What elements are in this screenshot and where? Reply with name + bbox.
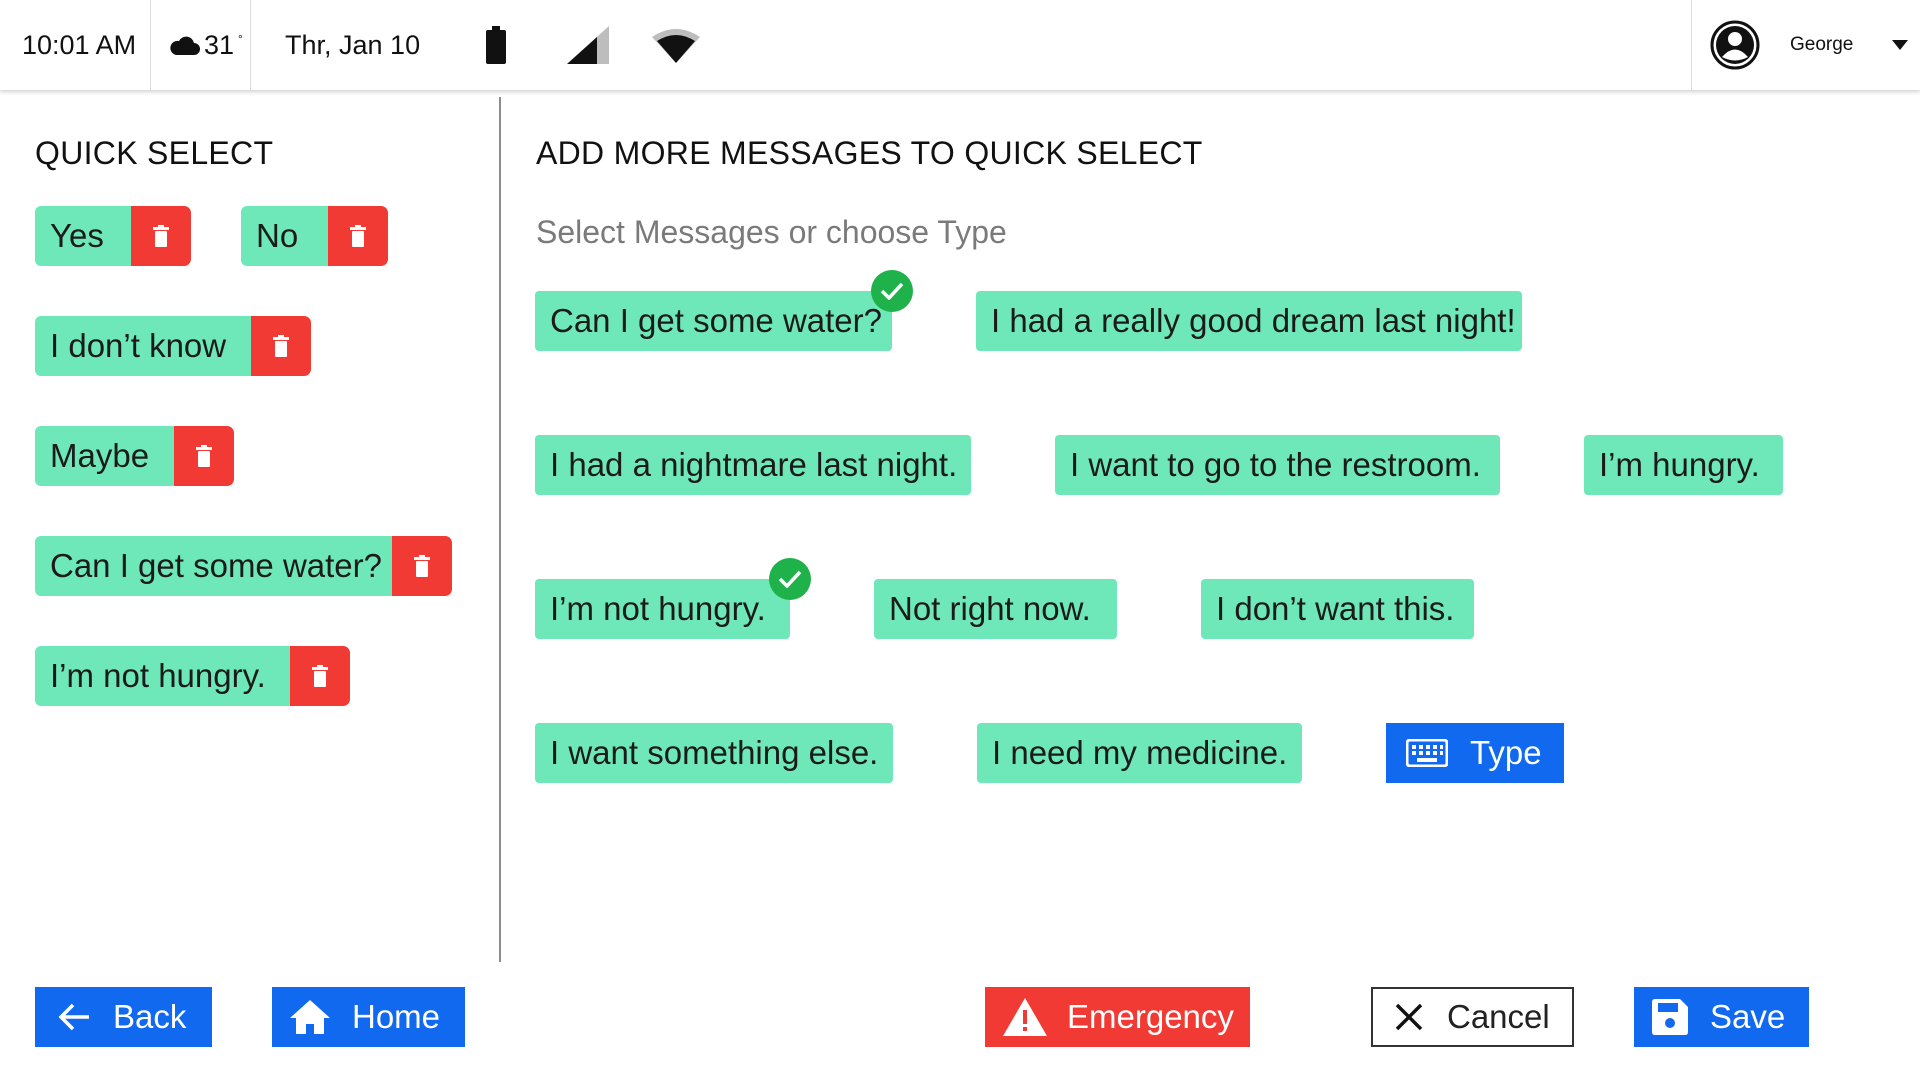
quick-select-item[interactable]: No bbox=[241, 206, 328, 266]
emergency-button-label: Emergency bbox=[1067, 998, 1234, 1035]
quick-select-item[interactable]: I’m not hungry. bbox=[35, 646, 290, 706]
status-divider bbox=[250, 0, 251, 90]
weather: 31 ° bbox=[168, 0, 243, 90]
type-button-label: Type bbox=[1470, 734, 1542, 771]
temperature: 31 bbox=[204, 29, 235, 60]
user-name: George bbox=[1790, 34, 1854, 55]
delete-button[interactable] bbox=[251, 316, 311, 376]
delete-button[interactable] bbox=[131, 206, 191, 266]
message-option[interactable]: I need my medicine. bbox=[977, 723, 1302, 783]
save-button[interactable]: Save bbox=[1634, 987, 1809, 1047]
check-icon bbox=[769, 558, 811, 600]
message-option[interactable]: I want to go to the restroom. bbox=[1055, 435, 1500, 495]
quick-select-item[interactable]: Yes bbox=[35, 206, 131, 266]
home-button-label: Home bbox=[352, 998, 441, 1035]
wifi-icon bbox=[652, 0, 700, 90]
message-option[interactable]: I’m not hungry. bbox=[535, 579, 790, 639]
trash-icon bbox=[273, 335, 289, 357]
user-circle-icon bbox=[1710, 20, 1760, 70]
quick-select-title: QUICK SELECT bbox=[35, 135, 274, 171]
floppy-disk-icon bbox=[1652, 999, 1688, 1035]
warning-icon bbox=[1003, 998, 1047, 1036]
delete-button[interactable] bbox=[328, 206, 388, 266]
caret-down-icon[interactable] bbox=[1892, 0, 1908, 90]
home-icon bbox=[290, 1000, 330, 1034]
user-menu[interactable]: George bbox=[1710, 0, 1853, 90]
trash-icon bbox=[312, 665, 328, 687]
status-divider bbox=[150, 0, 151, 90]
add-more-subtitle: Select Messages or choose Type bbox=[536, 214, 1007, 250]
date: Thr, Jan 10 bbox=[285, 29, 421, 60]
delete-button[interactable] bbox=[174, 426, 234, 486]
message-option[interactable]: Can I get some water? bbox=[535, 291, 892, 351]
message-option[interactable]: Not right now. bbox=[874, 579, 1117, 639]
message-option[interactable]: I don’t want this. bbox=[1201, 579, 1474, 639]
panel-divider bbox=[499, 97, 501, 962]
save-button-label: Save bbox=[1710, 998, 1786, 1035]
status-divider bbox=[1691, 0, 1692, 90]
message-option[interactable]: I had a nightmare last night. bbox=[535, 435, 971, 495]
close-icon bbox=[1395, 1003, 1423, 1031]
battery-icon bbox=[486, 0, 506, 90]
trash-icon bbox=[350, 225, 366, 247]
trash-icon bbox=[196, 445, 212, 467]
emergency-button[interactable]: Emergency bbox=[985, 987, 1250, 1047]
quick-select-item[interactable]: I don’t know bbox=[35, 316, 251, 376]
keyboard-icon bbox=[1406, 739, 1448, 767]
add-more-title: ADD MORE MESSAGES TO QUICK SELECT bbox=[536, 135, 1203, 171]
delete-button[interactable] bbox=[290, 646, 350, 706]
clock: 10:01 AM bbox=[22, 29, 137, 60]
quick-select-item[interactable]: Can I get some water? bbox=[35, 536, 392, 596]
check-icon bbox=[871, 270, 913, 312]
degree-symbol: ° bbox=[238, 32, 243, 46]
message-option[interactable]: I want something else. bbox=[535, 723, 893, 783]
arrow-left-icon bbox=[58, 1003, 89, 1031]
type-button[interactable]: Type bbox=[1386, 723, 1564, 783]
back-button-label: Back bbox=[113, 998, 187, 1035]
back-button[interactable]: Back bbox=[35, 987, 212, 1047]
quick-select-item[interactable]: Maybe bbox=[35, 426, 174, 486]
trash-icon bbox=[414, 555, 430, 577]
delete-button[interactable] bbox=[392, 536, 452, 596]
cloud-icon bbox=[170, 36, 200, 55]
cancel-button-label: Cancel bbox=[1447, 998, 1550, 1035]
status-bar: 10:01 AM 31 ° Thr, Jan 10 George bbox=[0, 0, 1920, 90]
message-option[interactable]: I had a really good dream last night! bbox=[976, 291, 1522, 351]
cancel-button[interactable]: Cancel bbox=[1371, 987, 1574, 1047]
cell-signal-icon bbox=[567, 0, 609, 90]
trash-icon bbox=[153, 225, 169, 247]
home-button[interactable]: Home bbox=[272, 987, 465, 1047]
message-option[interactable]: I’m hungry. bbox=[1584, 435, 1783, 495]
